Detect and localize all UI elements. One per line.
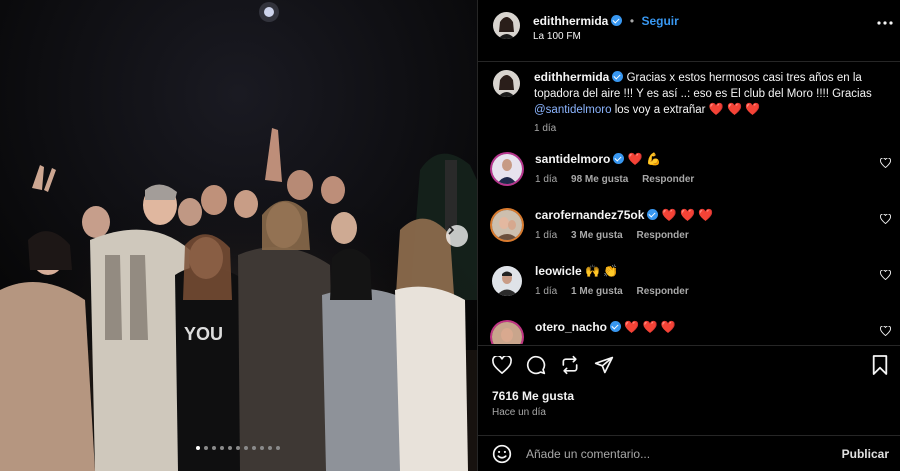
commenter-avatar[interactable] xyxy=(492,154,522,184)
emoji-icon[interactable] xyxy=(492,444,512,464)
reply-button[interactable]: Responder xyxy=(637,230,689,241)
verified-icon xyxy=(612,71,624,82)
post-location[interactable]: La 100 FM xyxy=(533,31,581,42)
caption-line-1: Gracias x estos hermosos casi tres años … xyxy=(626,72,862,84)
reply-button[interactable]: Responder xyxy=(637,286,689,297)
comment-item: leowicle 🙌 👏 1 día 1 Me gusta Responder xyxy=(478,258,900,310)
comment-likes[interactable]: 98 Me gusta xyxy=(571,174,628,185)
comment-time: 1 día xyxy=(535,174,558,185)
author-avatar[interactable] xyxy=(493,12,520,39)
comment-likes[interactable]: 1 Me gusta xyxy=(571,286,623,297)
caption-username[interactable]: edithhermida xyxy=(534,70,609,84)
publish-button[interactable]: Publicar xyxy=(842,447,889,461)
verified-icon xyxy=(613,153,625,164)
comment-time: 1 día xyxy=(535,230,558,241)
comment-time: 1 día xyxy=(535,286,558,297)
next-slide-button[interactable] xyxy=(446,225,468,247)
post-sidebar: edithhermida • Seguir La 100 FM edithher… xyxy=(477,0,900,471)
comment-item: otero_nacho ❤️ ❤️ ❤️ xyxy=(478,314,900,344)
carousel-dot xyxy=(220,446,224,450)
more-icon[interactable] xyxy=(877,20,893,26)
caption-mention[interactable]: @santidelmoro xyxy=(534,104,612,116)
carousel-dot xyxy=(196,446,200,450)
likes-count[interactable]: 7616 Me gusta xyxy=(492,389,574,403)
post-date: Hace un día xyxy=(492,407,546,418)
heart-icon[interactable] xyxy=(880,214,891,224)
comment-username[interactable]: otero_nacho xyxy=(535,320,607,334)
share-icon[interactable] xyxy=(560,355,580,375)
avatar-image xyxy=(492,154,522,184)
comment-username[interactable]: leowicle xyxy=(535,264,582,278)
action-bar xyxy=(478,345,900,385)
avatar-image xyxy=(492,266,522,296)
comment-text: 🙌 👏 xyxy=(585,264,619,278)
avatar-image xyxy=(492,322,522,344)
carousel-dot xyxy=(244,446,248,450)
comment-username[interactable]: santidelmoro xyxy=(535,152,610,166)
carousel-dot xyxy=(276,446,280,450)
heart-icon[interactable] xyxy=(880,270,891,280)
caption-hearts: ❤️ ❤️ ❤️ xyxy=(708,102,761,116)
follow-button[interactable]: Seguir xyxy=(641,14,678,28)
commenter-avatar[interactable] xyxy=(492,266,522,296)
caption-time: 1 día xyxy=(534,123,557,134)
group-photo-illustration: YOU xyxy=(0,0,477,471)
heart-icon[interactable] xyxy=(880,158,891,168)
heart-icon[interactable] xyxy=(880,326,891,336)
carousel-dot xyxy=(204,446,208,450)
carousel-dot xyxy=(252,446,256,450)
bookmark-icon[interactable] xyxy=(871,355,889,375)
verified-icon xyxy=(647,209,659,220)
verified-icon xyxy=(610,321,622,332)
avatar-image xyxy=(493,12,520,39)
commenter-avatar[interactable] xyxy=(492,210,522,240)
svg-text:YOU: YOU xyxy=(184,324,223,344)
reply-button[interactable]: Responder xyxy=(642,174,694,185)
comment-composer: Añade un comentario... Publicar xyxy=(478,435,900,471)
post-photo[interactable]: YOU xyxy=(0,0,477,471)
avatar-image xyxy=(493,70,520,97)
verified-icon xyxy=(611,15,623,26)
commenter-avatar[interactable] xyxy=(492,322,522,344)
carousel-dot xyxy=(212,446,216,450)
comment-input[interactable]: Añade un comentario... xyxy=(526,447,650,461)
comment-item: santidelmoro ❤️ 💪 1 día 98 Me gusta Resp… xyxy=(478,146,900,198)
carousel-dot xyxy=(260,446,264,450)
send-icon[interactable] xyxy=(594,355,614,375)
comment-item: carofernandez75ok ❤️ ❤️ ❤️ 1 día 3 Me gu… xyxy=(478,202,900,254)
post-caption: edithhermida Gracias x estos hermosos ca… xyxy=(478,62,900,142)
avatar-image xyxy=(492,210,522,240)
carousel-indicator xyxy=(196,446,280,450)
carousel-dot xyxy=(228,446,232,450)
carousel-dot xyxy=(268,446,272,450)
comment-likes[interactable]: 3 Me gusta xyxy=(571,230,623,241)
caption-line-2: topadora del aire !!! Y es así ..: eso e… xyxy=(534,87,872,100)
comments-list: santidelmoro ❤️ 💪 1 día 98 Me gusta Resp… xyxy=(478,146,900,344)
comment-text: ❤️ 💪 xyxy=(627,152,661,166)
comment-icon[interactable] xyxy=(526,355,546,375)
carousel-dot xyxy=(236,446,240,450)
heart-icon[interactable] xyxy=(492,356,512,374)
caption-tail: los voy a extrañar xyxy=(611,104,706,116)
next-icon xyxy=(448,225,455,235)
author-username[interactable]: edithhermida xyxy=(533,14,608,28)
comment-username[interactable]: carofernandez75ok xyxy=(535,208,644,222)
caption-avatar[interactable] xyxy=(493,70,520,97)
comment-text: ❤️ ❤️ ❤️ xyxy=(661,208,714,222)
separator-dot: • xyxy=(629,14,635,28)
comment-text: ❤️ ❤️ ❤️ xyxy=(624,320,676,334)
post-header: edithhermida • Seguir La 100 FM xyxy=(478,0,900,62)
